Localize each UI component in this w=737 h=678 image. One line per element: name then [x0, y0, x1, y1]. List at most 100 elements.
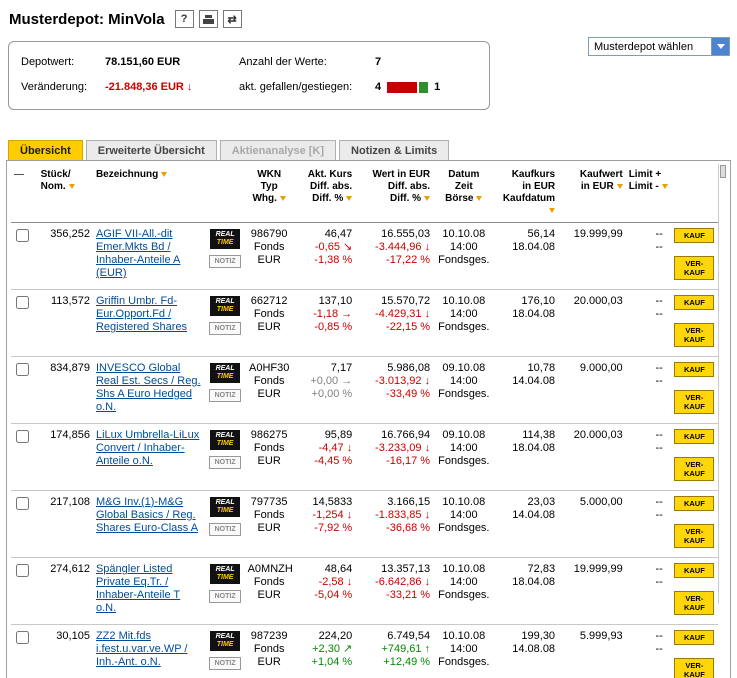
header-stueck: Stück/ [40, 169, 71, 180]
sort-icon[interactable] [161, 171, 168, 177]
value-diff-abs: +749,61 ↑ [381, 643, 431, 655]
purchase-date: 14.08.08 [512, 643, 556, 655]
row-select-checkbox[interactable] [16, 296, 29, 309]
realtime-badge[interactable]: REAL TIME [210, 229, 241, 249]
verkauf-button[interactable]: VER-KAUF [674, 323, 715, 347]
table-header-row: — Stück/ Nom. Bezeichnung WKN Typ Whg. A… [11, 165, 718, 223]
sort-icon[interactable] [616, 183, 623, 189]
quote-date: 10.10.08 [442, 228, 486, 240]
header-kaufwert: Kaufwert [579, 169, 623, 180]
sort-icon[interactable] [661, 183, 668, 189]
tab-uebersicht[interactable]: Übersicht [8, 140, 83, 160]
notiz-badge[interactable]: NOTIZ [209, 590, 242, 603]
tab-notizen-limits[interactable]: Notizen & Limits [339, 140, 450, 160]
notiz-badge[interactable]: NOTIZ [209, 657, 242, 670]
kauf-button[interactable]: KAUF [674, 429, 715, 444]
print-icon[interactable] [198, 10, 218, 28]
sort-icon[interactable] [424, 195, 431, 201]
table-row: 834,879 INVESCO Global Real Est. Secs / … [11, 356, 718, 424]
row-select-checkbox[interactable] [16, 430, 29, 443]
limit-minus-value: -- [655, 442, 663, 454]
scrollbar[interactable] [718, 164, 727, 604]
realtime-badge[interactable]: REAL TIME [210, 296, 241, 316]
fund-name-link[interactable]: ZZ2 Mit.fds i.fest.u.var.ve.WP / Inh.-An… [96, 630, 188, 668]
limit-minus-value: -- [655, 308, 663, 320]
realtime-badge[interactable]: REAL TIME [210, 497, 241, 517]
kauf-button[interactable]: KAUF [674, 563, 715, 578]
price-diff-abs: -1,254 ↓ [312, 509, 353, 521]
verkauf-button[interactable]: VER-KAUF [674, 524, 715, 548]
kauf-button[interactable]: KAUF [674, 295, 715, 310]
notiz-badge[interactable]: NOTIZ [209, 389, 242, 402]
chevron-down-icon[interactable] [711, 38, 729, 55]
currency-code: EUR [257, 321, 281, 333]
sort-icon[interactable] [476, 195, 483, 201]
realtime-badge[interactable]: REAL TIME [210, 430, 241, 450]
notiz-badge[interactable]: NOTIZ [209, 255, 242, 268]
value-diff-pct: -33,49 % [386, 388, 431, 400]
row-select-checkbox[interactable] [16, 363, 29, 376]
purchase-value: 20.000,03 [573, 295, 623, 307]
value-diff-abs: -3.444,96 ↓ [375, 241, 431, 253]
realtime-badge[interactable]: REAL TIME [210, 363, 241, 383]
fund-name-link[interactable]: AGIF VII-All.-dit Emer.Mkts Bd / Inhaber… [96, 228, 180, 279]
currency-code: EUR [257, 656, 281, 668]
limit-minus-value: -- [655, 509, 663, 521]
summary-right-column: Anzahl der Werte: 7 akt. gefallen/gestie… [239, 56, 440, 106]
kauf-button[interactable]: KAUF [674, 496, 715, 511]
sort-icon[interactable] [68, 183, 75, 189]
purchase-price: 10,78 [527, 362, 556, 374]
quote-time: 14:00 [450, 509, 478, 521]
quote-date: 09.10.08 [442, 362, 486, 374]
purchase-price: 114,38 [522, 429, 556, 441]
verkauf-button[interactable]: VER-KAUF [674, 256, 715, 280]
veraenderung-label: Veränderung: [21, 81, 88, 93]
realtime-badge[interactable]: REAL TIME [210, 631, 241, 651]
notiz-badge[interactable]: NOTIZ [209, 322, 242, 335]
currency-code: EUR [257, 589, 281, 601]
switch-depot-icon[interactable]: ⇄ [222, 10, 242, 28]
verkauf-button[interactable]: VER-KAUF [674, 658, 715, 678]
tab-erweiterte-uebersicht[interactable]: Erweiterte Übersicht [85, 140, 217, 160]
kauf-button[interactable]: KAUF [674, 362, 715, 377]
sort-icon[interactable] [279, 195, 286, 201]
verkauf-button[interactable]: VER-KAUF [674, 591, 715, 615]
table-row: 217,108 M&G Inv.(1)-M&G Global Basics / … [11, 490, 718, 558]
sort-icon[interactable] [549, 207, 556, 213]
security-type: Fonds [253, 643, 285, 655]
row-select-checkbox[interactable] [16, 497, 29, 510]
realtime-badge[interactable]: REAL TIME [210, 564, 241, 584]
row-select-checkbox[interactable] [16, 631, 29, 644]
quote-time: 14:00 [450, 576, 478, 588]
fund-name-link[interactable]: Griffin Umbr. Fd-Eur.Opport.Fd / Registe… [96, 295, 187, 333]
verkauf-button[interactable]: VER-KAUF [674, 457, 715, 481]
verkauf-button[interactable]: VER-KAUF [674, 390, 715, 414]
kauf-button[interactable]: KAUF [674, 228, 715, 243]
row-select-checkbox[interactable] [16, 564, 29, 577]
notiz-badge[interactable]: NOTIZ [209, 523, 242, 536]
wkn-number: A0MNZH [247, 563, 293, 575]
scrollbar-thumb[interactable] [720, 165, 726, 178]
fund-name-link[interactable]: LiLux Umbrella-LiLux Convert / Inhaber-A… [96, 429, 199, 467]
fund-name-link[interactable]: INVESCO Global Real Est. Secs / Reg. Shs… [96, 362, 201, 413]
help-icon[interactable]: ? [174, 10, 194, 28]
sort-icon[interactable] [346, 195, 353, 201]
purchase-price: 72,83 [527, 563, 556, 575]
purchase-value: 20.000,03 [573, 429, 623, 441]
position-quantity: 30,105 [37, 624, 93, 678]
fund-name-link[interactable]: M&G Inv.(1)-M&G Global Basics / Reg. Sha… [96, 496, 198, 534]
header-limit-plus: Limit + [628, 169, 662, 180]
current-price: 48,64 [324, 563, 353, 575]
depot-select-dropdown[interactable]: Musterdepot wählen [588, 37, 730, 56]
gefallen-gestiegen-label: akt. gefallen/gestiegen: [239, 81, 353, 93]
fund-name-link[interactable]: Spängler Listed Private Eq.Tr. / Inhaber… [96, 563, 180, 614]
value-diff-abs: -6.642,86 ↓ [375, 576, 431, 588]
limit-minus-value: -- [655, 576, 663, 588]
position-value: 6.749,54 [387, 630, 431, 642]
row-select-checkbox[interactable] [16, 229, 29, 242]
depot-table-panel: — Stück/ Nom. Bezeichnung WKN Typ Whg. A… [6, 160, 731, 678]
select-all-dash[interactable]: — [14, 169, 24, 180]
kauf-button[interactable]: KAUF [674, 630, 715, 645]
header-typ: Typ [260, 181, 278, 192]
notiz-badge[interactable]: NOTIZ [209, 456, 242, 469]
